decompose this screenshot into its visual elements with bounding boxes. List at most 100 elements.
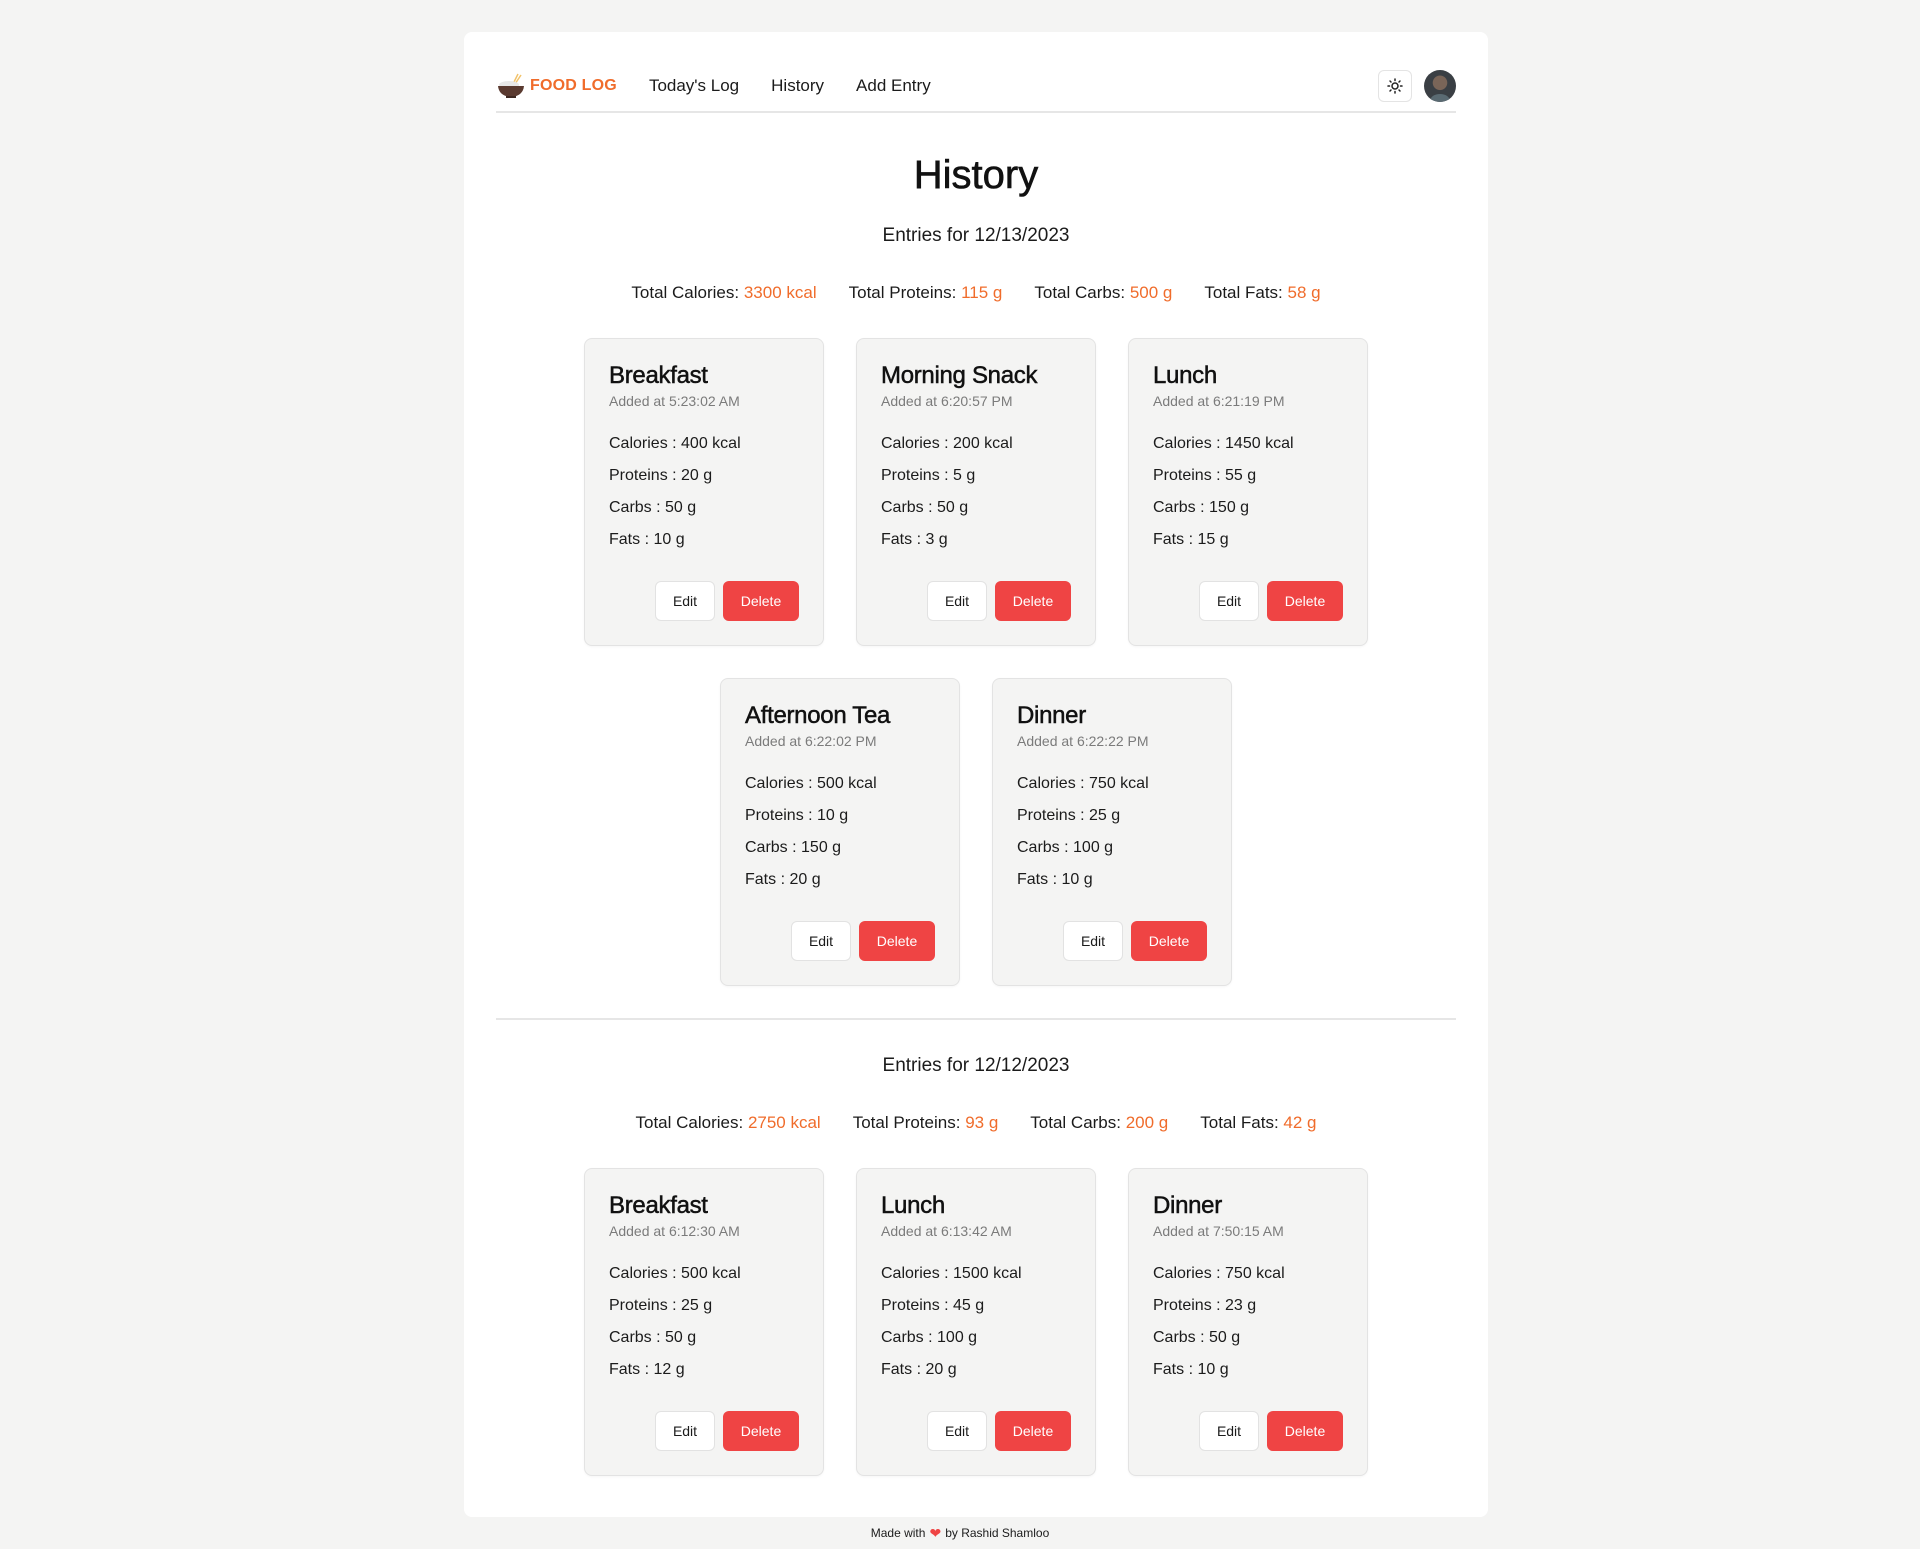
day-section: Entries for 12/12/2023 Total Calories: 2… xyxy=(496,1054,1456,1476)
entry-title: Dinner xyxy=(1017,702,1087,730)
edit-button[interactable]: Edit xyxy=(1063,921,1123,961)
delete-button[interactable]: Delete xyxy=(1131,921,1207,961)
entry-fats: Fats : 12 g xyxy=(609,1361,685,1378)
main-container: FOOD LOG Today's Log History Add Entry H… xyxy=(464,32,1488,1517)
entry-card: Afternoon Tea Added at 6:22:02 PM Calori… xyxy=(720,678,960,986)
footer-author: by Rashid Shamloo xyxy=(945,1526,1050,1540)
entry-proteins: Proteins : 25 g xyxy=(1017,807,1121,824)
entry-title: Breakfast xyxy=(609,1192,708,1220)
entry-time: Added at 6:21:19 PM xyxy=(1153,393,1285,409)
entry-card: Lunch Added at 6:21:19 PM Calories : 145… xyxy=(1128,338,1368,646)
entry-time: Added at 5:23:02 AM xyxy=(609,393,740,409)
entry-time: Added at 6:12:30 AM xyxy=(609,1223,740,1239)
entry-title: Lunch xyxy=(1153,362,1218,390)
delete-button[interactable]: Delete xyxy=(1267,581,1343,621)
edit-button[interactable]: Edit xyxy=(655,1411,715,1451)
entry-calories: Calories : 500 kcal xyxy=(609,1265,741,1282)
entry-carbs: Carbs : 50 g xyxy=(609,1329,697,1346)
edit-button[interactable]: Edit xyxy=(927,1411,987,1451)
delete-button[interactable]: Delete xyxy=(859,921,935,961)
entry-proteins: Proteins : 45 g xyxy=(881,1297,985,1314)
total-carbs: Total Carbs: 200 g xyxy=(1030,1113,1169,1132)
section-divider xyxy=(496,1018,1456,1020)
total-calories: Total Calories: 3300 kcal xyxy=(631,283,817,302)
delete-button[interactable]: Delete xyxy=(1267,1411,1343,1451)
delete-button[interactable]: Delete xyxy=(723,581,799,621)
daily-totals: Total Calories: 2750 kcal Total Proteins… xyxy=(496,1112,1456,1134)
footer-prefix: Made with xyxy=(870,1526,926,1540)
entry-card: Lunch Added at 6:13:42 AM Calories : 150… xyxy=(856,1168,1096,1476)
user-avatar[interactable] xyxy=(1424,69,1456,102)
entry-cards: Breakfast Added at 6:12:30 AM Calories :… xyxy=(496,1168,1456,1476)
entry-proteins: Proteins : 23 g xyxy=(1153,1297,1257,1314)
brand-name: FOOD LOG xyxy=(530,76,617,94)
total-fats: Total Fats: 58 g xyxy=(1204,283,1321,302)
entry-time: Added at 6:13:42 AM xyxy=(881,1223,1012,1239)
entry-carbs: Carbs : 150 g xyxy=(745,839,842,856)
total-carbs: Total Carbs: 500 g xyxy=(1034,283,1173,302)
entry-time: Added at 6:22:02 PM xyxy=(745,733,877,749)
sun-icon xyxy=(1387,77,1403,94)
delete-button[interactable]: Delete xyxy=(723,1411,799,1451)
entry-title: Dinner xyxy=(1153,1192,1223,1220)
edit-button[interactable]: Edit xyxy=(1199,1411,1259,1451)
entry-fats: Fats : 15 g xyxy=(1153,531,1229,548)
page-title: History xyxy=(913,153,1039,198)
edit-button[interactable]: Edit xyxy=(927,581,987,621)
entry-calories: Calories : 750 kcal xyxy=(1153,1265,1285,1282)
day-section: Entries for 12/13/2023 Total Calories: 3… xyxy=(496,224,1456,986)
entry-calories: Calories : 750 kcal xyxy=(1017,775,1149,792)
total-proteins: Total Proteins: 115 g xyxy=(848,283,1003,302)
section-date: Entries for 12/13/2023 xyxy=(882,225,1070,246)
brand-logo[interactable]: FOOD LOG xyxy=(496,71,617,101)
entry-carbs: Carbs : 150 g xyxy=(1153,499,1250,516)
entry-carbs: Carbs : 100 g xyxy=(1017,839,1114,856)
edit-button[interactable]: Edit xyxy=(1199,581,1259,621)
theme-toggle-button[interactable] xyxy=(1378,69,1412,102)
entry-calories: Calories : 1450 kcal xyxy=(1153,435,1294,452)
entry-card: Morning Snack Added at 6:20:57 PM Calori… xyxy=(856,338,1096,646)
entry-fats: Fats : 20 g xyxy=(881,1361,957,1378)
entry-calories: Calories : 200 kcal xyxy=(881,435,1013,452)
entry-time: Added at 6:20:57 PM xyxy=(881,393,1013,409)
entry-card: Dinner Added at 6:22:22 PM Calories : 75… xyxy=(992,678,1232,986)
edit-button[interactable]: Edit xyxy=(791,921,851,961)
delete-button[interactable]: Delete xyxy=(995,581,1071,621)
daily-totals: Total Calories: 3300 kcal Total Proteins… xyxy=(496,282,1456,304)
entry-proteins: Proteins : 25 g xyxy=(609,1297,713,1314)
total-calories: Total Calories: 2750 kcal xyxy=(635,1113,821,1132)
delete-button[interactable]: Delete xyxy=(995,1411,1071,1451)
entry-cards: Breakfast Added at 5:23:02 AM Calories :… xyxy=(496,338,1456,986)
entry-calories: Calories : 500 kcal xyxy=(745,775,877,792)
navbar: FOOD LOG Today's Log History Add Entry xyxy=(496,32,1456,113)
entry-title: Breakfast xyxy=(609,362,708,390)
nav-link-add-entry[interactable]: Add Entry xyxy=(856,76,931,96)
entry-fats: Fats : 10 g xyxy=(1153,1361,1229,1378)
entry-fats: Fats : 10 g xyxy=(609,531,685,548)
entry-proteins: Proteins : 55 g xyxy=(1153,467,1257,484)
entry-carbs: Carbs : 50 g xyxy=(881,499,969,516)
entry-time: Added at 7:50:15 AM xyxy=(1153,1223,1284,1239)
entry-title: Morning Snack xyxy=(881,362,1038,390)
entry-carbs: Carbs : 50 g xyxy=(609,499,697,516)
rice-bowl-icon xyxy=(498,73,524,98)
entry-fats: Fats : 20 g xyxy=(745,871,821,888)
entry-proteins: Proteins : 10 g xyxy=(745,807,849,824)
entry-time: Added at 6:22:22 PM xyxy=(1017,733,1149,749)
entry-card: Breakfast Added at 6:12:30 AM Calories :… xyxy=(584,1168,824,1476)
entry-card: Dinner Added at 7:50:15 AM Calories : 75… xyxy=(1128,1168,1368,1476)
footer: Made with ❤ by Rashid Shamloo xyxy=(0,1517,1920,1549)
nav-link-history[interactable]: History xyxy=(771,76,824,96)
entry-proteins: Proteins : 5 g xyxy=(881,467,976,484)
total-proteins: Total Proteins: 93 g xyxy=(852,1113,999,1132)
total-fats: Total Fats: 42 g xyxy=(1200,1113,1317,1132)
entry-title: Afternoon Tea xyxy=(745,702,891,730)
edit-button[interactable]: Edit xyxy=(655,581,715,621)
entry-card: Breakfast Added at 5:23:02 AM Calories :… xyxy=(584,338,824,646)
entry-proteins: Proteins : 20 g xyxy=(609,467,713,484)
entry-calories: Calories : 400 kcal xyxy=(609,435,741,452)
entry-title: Lunch xyxy=(881,1192,946,1220)
nav-link-todays-log[interactable]: Today's Log xyxy=(649,76,739,96)
entry-fats: Fats : 3 g xyxy=(881,531,948,548)
entry-calories: Calories : 1500 kcal xyxy=(881,1265,1022,1282)
